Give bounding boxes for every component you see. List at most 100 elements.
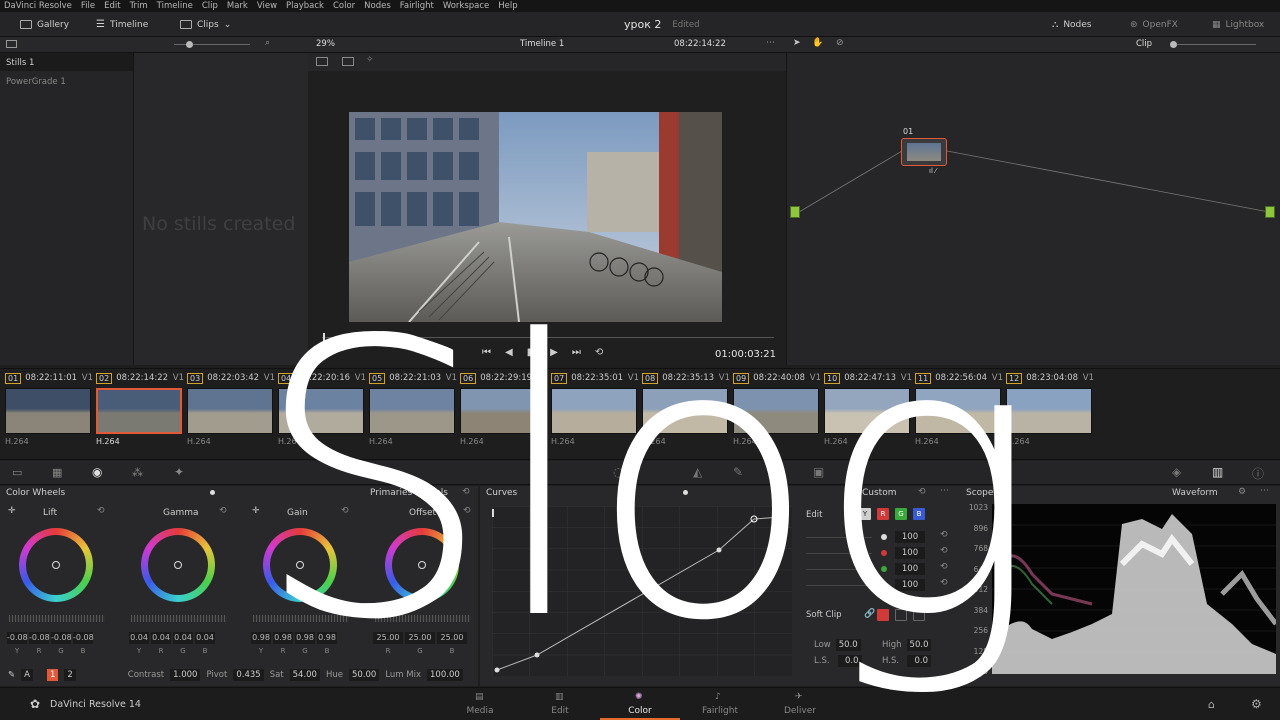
auto-balance-button[interactable]: A (21, 669, 33, 681)
clip-mode-select[interactable]: Clip (1136, 39, 1152, 49)
lift-master-wheel[interactable] (9, 615, 105, 622)
scope-more-icon[interactable]: ⋯ (1260, 486, 1269, 496)
clip-preview (96, 388, 182, 434)
clip-timecode: 08:22:11:01 (25, 373, 78, 383)
panel-toggle-icon[interactable] (6, 40, 17, 48)
openfx-button[interactable]: ⊛ OpenFX (1130, 17, 1178, 32)
channel-letter: G (180, 647, 186, 655)
gamma-value-field[interactable]: 0.04 (173, 632, 193, 644)
channel-letter: B (202, 647, 208, 655)
menu-item-mark[interactable]: Mark (227, 1, 248, 11)
menu-item-view[interactable]: View (257, 1, 277, 11)
menu-item-playback[interactable]: Playback (286, 1, 324, 11)
menu-item-file[interactable]: File (81, 1, 95, 11)
page-2-button[interactable]: 2 (64, 669, 76, 681)
page-tab-fairlight[interactable]: Fairlight (690, 706, 750, 716)
clip-track: V1 (1082, 373, 1094, 383)
album-powergrade-1[interactable]: PowerGrade 1 (0, 71, 133, 93)
gamma-reset-icon[interactable]: ⟲ (219, 506, 227, 516)
rgb-mixer-icon[interactable]: ⁂ (132, 466, 143, 479)
lift-reset-icon[interactable]: ⟲ (97, 506, 105, 516)
info-icon[interactable]: ⓘ (1252, 465, 1264, 482)
source-input-node[interactable] (790, 206, 800, 218)
settings-gear-icon[interactable]: ⚙ (1251, 697, 1262, 711)
clips-button[interactable]: Clips ⌄ (180, 17, 231, 32)
lift-value-field[interactable]: -0.08 (29, 632, 50, 644)
gallery-albums: Stills 1 PowerGrade 1 (0, 53, 134, 365)
gamma-value-field[interactable]: 0.04 (129, 632, 149, 644)
menu-item-workspace[interactable]: Workspace (443, 1, 489, 11)
motion-effects-icon[interactable]: ✦ (174, 465, 184, 479)
app-name: DaVinci Resolve 14 (50, 699, 141, 710)
zoom-select[interactable]: 29% (316, 39, 335, 49)
menu-item-help[interactable]: Help (498, 1, 517, 11)
picker-icon[interactable]: ✎ (8, 670, 15, 680)
clip-preview (5, 388, 91, 434)
waveform-icon[interactable]: ▥ (1212, 465, 1223, 479)
camera-raw-icon[interactable]: ▭ (12, 466, 22, 479)
scope-mode-select[interactable]: Waveform (1172, 488, 1218, 498)
lift-value-field[interactable]: -0.08 (7, 632, 28, 644)
node-zoom-slider[interactable] (1170, 44, 1256, 45)
menu-item-fairlight[interactable]: Fairlight (400, 1, 434, 11)
scope-toggle-icon[interactable]: ◈ (1172, 465, 1181, 479)
lift-color-wheel[interactable] (19, 528, 93, 602)
gamma-wheel-puck[interactable] (174, 561, 182, 569)
page-tab-media[interactable]: Media (450, 706, 510, 716)
hand-icon[interactable]: ✋ (812, 38, 823, 48)
lift-wheel-puck[interactable] (52, 561, 60, 569)
more-options-icon[interactable]: ⋯ (766, 38, 775, 48)
menu-item-trim[interactable]: Trim (130, 1, 148, 11)
nodes-button[interactable]: ⛬ Nodes (1052, 17, 1092, 32)
page-tab-deliver[interactable]: Deliver (770, 706, 830, 716)
page-1-button[interactable]: 1 (46, 669, 59, 681)
gallery-button[interactable]: Gallery (20, 17, 69, 32)
menu-item-timeline[interactable]: Timeline (157, 1, 193, 11)
page-tab-color[interactable]: Color (610, 706, 670, 716)
gamma-value-field[interactable]: 0.04 (195, 632, 215, 644)
lift-picker-icon[interactable]: ✛ (8, 506, 16, 516)
search-icon[interactable]: ⌕ (265, 38, 270, 48)
contrast-field[interactable]: 1.000 (170, 669, 201, 681)
clip-thumbnail[interactable]: 02 08:22:14:22 V1 H.264 (96, 372, 184, 450)
lift-value-field[interactable]: -0.08 (73, 632, 94, 644)
home-icon[interactable]: ⌂ (1208, 698, 1215, 711)
layout-icon[interactable] (316, 57, 328, 66)
menu-item-davinci-resolve[interactable]: DaVinci Resolve (4, 1, 72, 11)
timeline-button[interactable]: ☰ Timeline (96, 17, 148, 32)
clips-icon (180, 20, 192, 29)
serial-node-01[interactable] (901, 138, 947, 166)
gamma-value-field[interactable]: 0.04 (151, 632, 171, 644)
page-dot[interactable] (210, 490, 215, 495)
clip-thumbnail[interactable]: 01 08:22:11:01 V1 H.264 (5, 372, 93, 450)
timeline-select[interactable]: Timeline 1 (520, 39, 564, 49)
clip-codec: H.264 (96, 437, 120, 446)
page-tab-edit[interactable]: Edit (530, 706, 590, 716)
gamma-channel-labels: YRGB (129, 647, 215, 655)
channel-letter: G (58, 647, 64, 655)
pointer-icon[interactable]: ➤ (793, 38, 801, 48)
magic-wand-icon[interactable]: ✧ (366, 55, 374, 65)
album-stills-1[interactable]: Stills 1 (0, 53, 133, 71)
menu-item-color[interactable]: Color (333, 1, 355, 11)
gamma-color-wheel[interactable] (141, 528, 215, 602)
gamma-master-wheel[interactable] (131, 615, 227, 622)
menu-item-edit[interactable]: Edit (104, 1, 120, 11)
viewer-toolbar: ✧ (308, 53, 786, 71)
split-icon[interactable] (342, 57, 354, 66)
menu-item-clip[interactable]: Clip (202, 1, 218, 11)
lift-value-field[interactable]: -0.08 (51, 632, 72, 644)
gain-wheel-puck[interactable] (296, 561, 304, 569)
bypass-icon[interactable]: ⊘ (836, 38, 844, 48)
color-wheels-icon[interactable]: ◉ (92, 465, 102, 479)
color-match-icon[interactable]: ▦ (52, 466, 62, 479)
output-node[interactable] (1265, 206, 1275, 218)
node-zoom-knob[interactable] (1170, 41, 1177, 48)
lightbox-button[interactable]: ▦ Lightbox (1212, 17, 1264, 32)
project-title: урок 2 Edited (624, 18, 700, 31)
slider-knob[interactable] (186, 41, 193, 48)
scope-settings-icon[interactable]: ⚙ (1238, 487, 1246, 497)
menu-item-nodes[interactable]: Nodes (364, 1, 391, 11)
offset-wheel-puck[interactable] (418, 561, 426, 569)
lift-channel-labels: YRGB (7, 647, 93, 655)
